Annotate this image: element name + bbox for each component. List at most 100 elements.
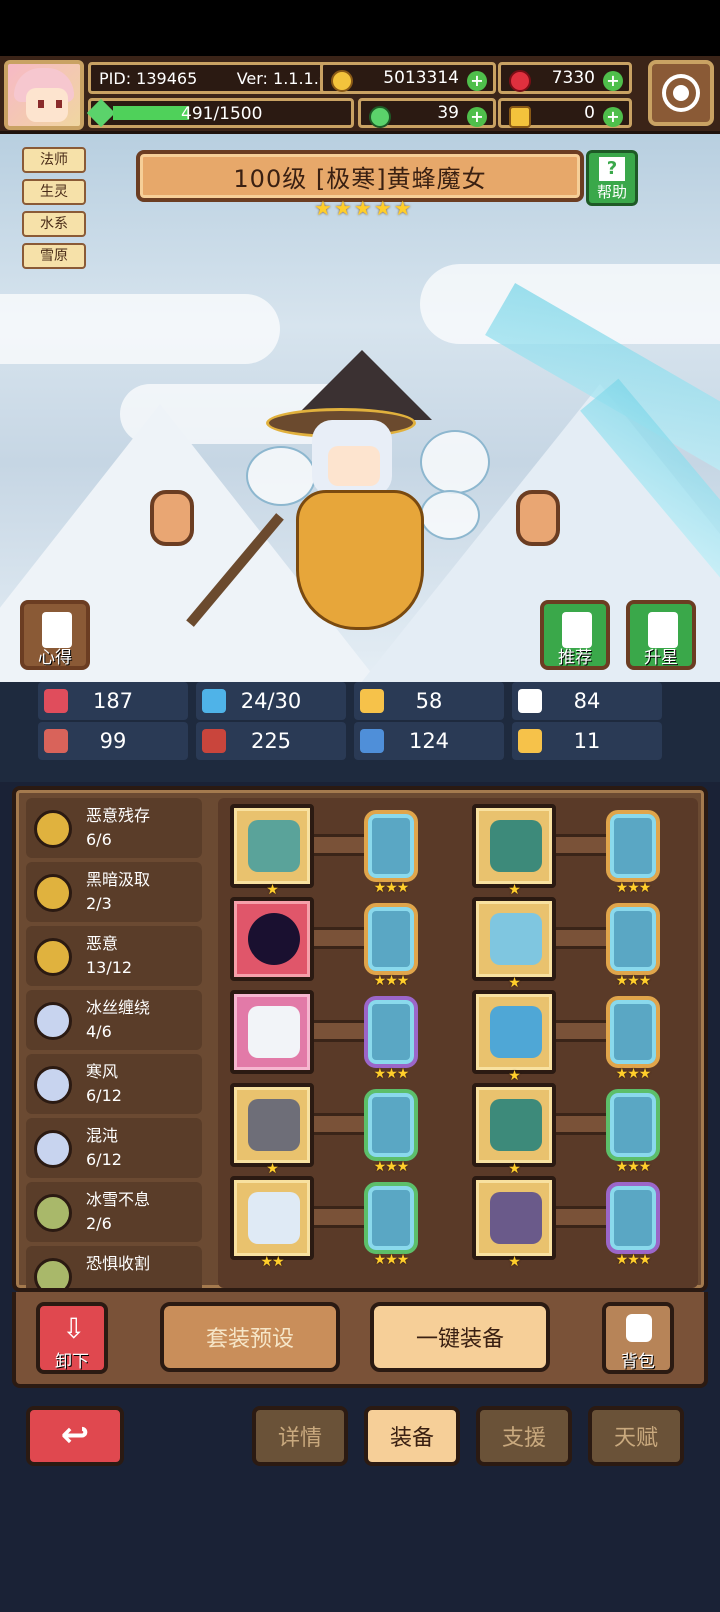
next-hero-button[interactable]: [516, 490, 560, 546]
recommend-button[interactable]: 推荐: [540, 600, 610, 670]
upgrade-star-button[interactable]: 升星: [626, 600, 696, 670]
hero-dress: [296, 490, 424, 630]
stat-value: 84: [573, 689, 601, 713]
stat-item: 84: [512, 682, 662, 720]
rune-star-rating: ★★★: [615, 1159, 652, 1175]
set-bonus-item[interactable]: 黑暗汲取 2/3: [26, 862, 202, 922]
set-count: 6/6: [86, 830, 112, 849]
book-icon: [202, 729, 226, 753]
add-gold-button[interactable]: +: [467, 71, 487, 91]
equipment-slot[interactable]: ★: [230, 804, 314, 898]
set-emblem-icon: [34, 1130, 72, 1168]
rune-star-rating: ★★★: [615, 880, 652, 896]
set-emblem-icon: [34, 810, 72, 848]
set-bonus-item[interactable]: 寒风 6/12: [26, 1054, 202, 1114]
set-emblem-icon: [34, 1066, 72, 1104]
equipment-slot[interactable]: ★: [472, 990, 556, 1084]
rune-slot[interactable]: ★★★: [606, 810, 660, 896]
set-bonus-item[interactable]: 冰雪不息 2/6: [26, 1182, 202, 1242]
rune-slot[interactable]: ★★★: [364, 1182, 418, 1268]
add-gem-button[interactable]: +: [603, 71, 623, 91]
tab-talent[interactable]: 天赋: [588, 1406, 684, 1466]
rune-star-rating: ★★★: [373, 1066, 410, 1082]
set-bonus-item[interactable]: 混沌 6/12: [26, 1118, 202, 1178]
rune-slot[interactable]: ★★★: [606, 903, 660, 989]
equipment-slot[interactable]: ★: [230, 1083, 314, 1177]
set-bonus-item[interactable]: 恐惧收割: [26, 1246, 202, 1288]
set-bonus-item[interactable]: 恶意残存 6/6: [26, 798, 202, 858]
boot-icon: [360, 729, 384, 753]
notes-button[interactable]: 心得: [20, 600, 90, 670]
right-wing: [420, 490, 480, 540]
item-star-rating: ★: [508, 1161, 521, 1177]
rune-slot[interactable]: ★★★: [606, 1089, 660, 1175]
return-arrow-icon: ↩: [60, 1415, 90, 1455]
rune-star-rating: ★★★: [615, 973, 652, 989]
equipment-slot[interactable]: ★: [472, 804, 556, 898]
slot-connector: [314, 927, 364, 949]
rune-slot[interactable]: ★★★: [364, 903, 418, 989]
rune-slot[interactable]: ★★★: [364, 810, 418, 896]
gold-counter: 5013314 +: [320, 62, 496, 94]
player-avatar[interactable]: [4, 60, 84, 130]
star-icon: ★: [373, 196, 392, 220]
gold-amount: 5013314: [383, 68, 459, 88]
slot-connector: [314, 1020, 364, 1042]
back-button[interactable]: ↩: [26, 1406, 124, 1466]
set-bonus-item[interactable]: 恶意 13/12: [26, 926, 202, 986]
stat-value: 225: [250, 729, 292, 753]
equipment-slot[interactable]: ★★: [230, 1176, 314, 1270]
right-wing: [420, 430, 490, 494]
set-bonus-item[interactable]: 冰丝缠绕 4/6: [26, 990, 202, 1050]
boots-icon: [490, 1192, 542, 1244]
hero-title: 100级 [极寒]黄蜂魔女: [136, 150, 584, 202]
add-clover-button[interactable]: +: [467, 107, 487, 127]
rune-slot[interactable]: ★★★: [364, 1089, 418, 1175]
resource-bar: PID: 139465 Ver: 1.1.1.0 491/1500 501331…: [0, 56, 720, 134]
set-count: 2/6: [86, 1214, 112, 1233]
bag-button[interactable]: 背包: [602, 1302, 674, 1374]
horseshoe-icon: [518, 729, 542, 753]
unequip-button[interactable]: ⇩ 卸下: [36, 1302, 108, 1374]
shield-icon: [360, 689, 384, 713]
equipment-slot[interactable]: ★: [472, 1083, 556, 1177]
equip-all-button[interactable]: 一键装备: [370, 1302, 550, 1372]
equipment-slot[interactable]: [230, 990, 314, 1074]
set-preset-button[interactable]: 套装预设: [160, 1302, 340, 1372]
tab-equipment[interactable]: 装备: [364, 1406, 460, 1466]
equipment-slot[interactable]: ★: [472, 897, 556, 991]
item-star-rating: ★: [508, 1254, 521, 1270]
hero-character[interactable]: [186, 350, 490, 670]
set-bonus-list[interactable]: 恶意残存 6/6 黑暗汲取 2/3 恶意 13/12 冰丝缠绕 4/6 寒风 6/12 混沌 6/12…: [26, 798, 208, 1288]
equipment-slot[interactable]: [230, 897, 314, 981]
drop-icon: [202, 689, 226, 713]
question-icon: ?: [599, 157, 625, 181]
slot-connector: [314, 834, 364, 856]
prev-hero-button[interactable]: [150, 490, 194, 546]
tab-support[interactable]: 支援: [476, 1406, 572, 1466]
rune-slot[interactable]: ★★★: [606, 1182, 660, 1268]
set-count: 13/12: [86, 958, 133, 977]
tab-details[interactable]: 详情: [252, 1406, 348, 1466]
rune-slot[interactable]: ★★★: [364, 996, 418, 1082]
star-icon: ★: [393, 196, 412, 220]
set-name: 冰丝缠绕: [86, 998, 151, 1017]
settings-button[interactable]: [648, 60, 714, 126]
bag-label: 背包: [621, 1352, 655, 1372]
key-counter: 0 +: [498, 98, 632, 128]
help-button[interactable]: ? 帮助: [586, 150, 638, 206]
set-name: 寒风: [86, 1062, 119, 1081]
heart-icon: [44, 689, 68, 713]
dark-orb-icon: [248, 913, 300, 965]
ruby-gem-icon: [509, 70, 531, 92]
rune-slot[interactable]: ★★★: [606, 996, 660, 1082]
item-star-rating: ★: [508, 1068, 521, 1084]
item-star-rating: ★: [508, 975, 521, 991]
equipment-slot[interactable]: ★: [472, 1176, 556, 1270]
arrow-down-icon: ⇩: [62, 1312, 86, 1345]
stat-value: 124: [408, 729, 450, 753]
item-star-rating: ★: [508, 882, 521, 898]
clover-amount: 39: [437, 103, 459, 123]
slot-connector: [556, 927, 606, 949]
add-key-button[interactable]: +: [603, 107, 623, 127]
